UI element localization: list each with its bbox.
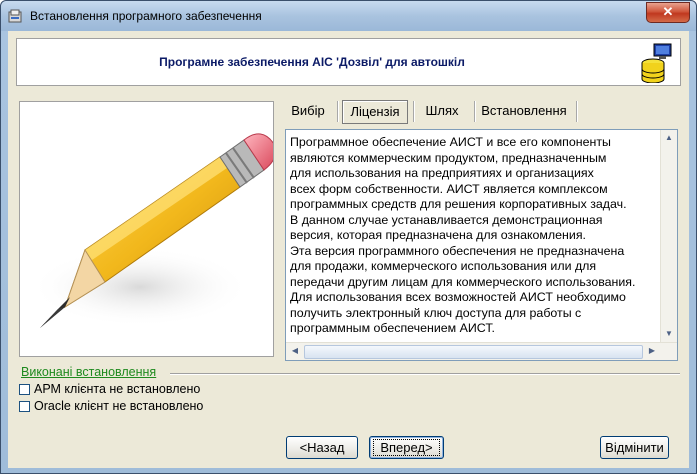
tab-divider: [413, 101, 414, 122]
next-button[interactable]: Вперед>: [369, 436, 444, 459]
product-title: Програмне забезпечення АІС 'Дозвіл' для …: [159, 55, 465, 69]
database-computer-icon: [641, 43, 672, 83]
tab-path[interactable]: Шлях: [418, 100, 466, 122]
header-banner: Програмне забезпечення АІС 'Дозвіл' для …: [16, 38, 681, 86]
tab-divider: [474, 101, 475, 122]
installer-app-icon: [8, 9, 22, 23]
scroll-down-icon[interactable]: ▼: [662, 327, 676, 341]
tab-divider: [576, 101, 577, 122]
window-title: Встановлення програмного забезпечення: [30, 9, 262, 23]
scroll-right-icon[interactable]: ▶: [645, 344, 659, 358]
tab-vybir[interactable]: Вибір: [288, 100, 328, 122]
tab-license[interactable]: Ліцензія: [342, 100, 408, 124]
group-divider: [170, 373, 680, 374]
close-icon: ✕: [662, 4, 674, 19]
scroll-left-icon[interactable]: ◀: [288, 344, 302, 358]
tab-divider: [337, 101, 338, 122]
checkbox-oracle-client[interactable]: Oracle клієнт не встановлено: [19, 399, 203, 413]
horizontal-scrollbar[interactable]: ◀ ▶: [286, 342, 677, 360]
license-textbox[interactable]: Программное обеспечение АИСТ и все его к…: [285, 129, 678, 361]
tab-install[interactable]: Встановлення: [478, 100, 570, 122]
close-button[interactable]: ✕: [646, 2, 690, 23]
dialog-body: Програмне забезпечення АІС 'Дозвіл' для …: [8, 31, 689, 468]
pencil-icon: [30, 133, 273, 328]
completed-installs-label: Виконані встановлення: [21, 365, 157, 379]
scroll-up-icon[interactable]: ▲: [662, 131, 676, 145]
installer-window: Встановлення програмного забезпечення ✕ …: [0, 0, 697, 474]
vertical-scrollbar[interactable]: ▲ ▼: [660, 130, 677, 342]
cancel-button[interactable]: Відмінити: [600, 436, 669, 459]
checkbox-square[interactable]: [19, 384, 30, 395]
illustration-panel: [19, 101, 274, 357]
checkbox-square[interactable]: [19, 401, 30, 412]
title-bar[interactable]: Встановлення програмного забезпечення ✕: [1, 1, 696, 31]
back-button[interactable]: <Назад: [286, 436, 358, 459]
checkbox-arm-client[interactable]: АРМ клієнта не встановлено: [19, 382, 200, 396]
horizontal-scroll-thumb[interactable]: [304, 345, 643, 359]
license-text: Программное обеспечение АИСТ и все его к…: [290, 135, 636, 335]
tab-strip: Вибір Ліцензія Шлях Встановлення: [284, 98, 684, 124]
